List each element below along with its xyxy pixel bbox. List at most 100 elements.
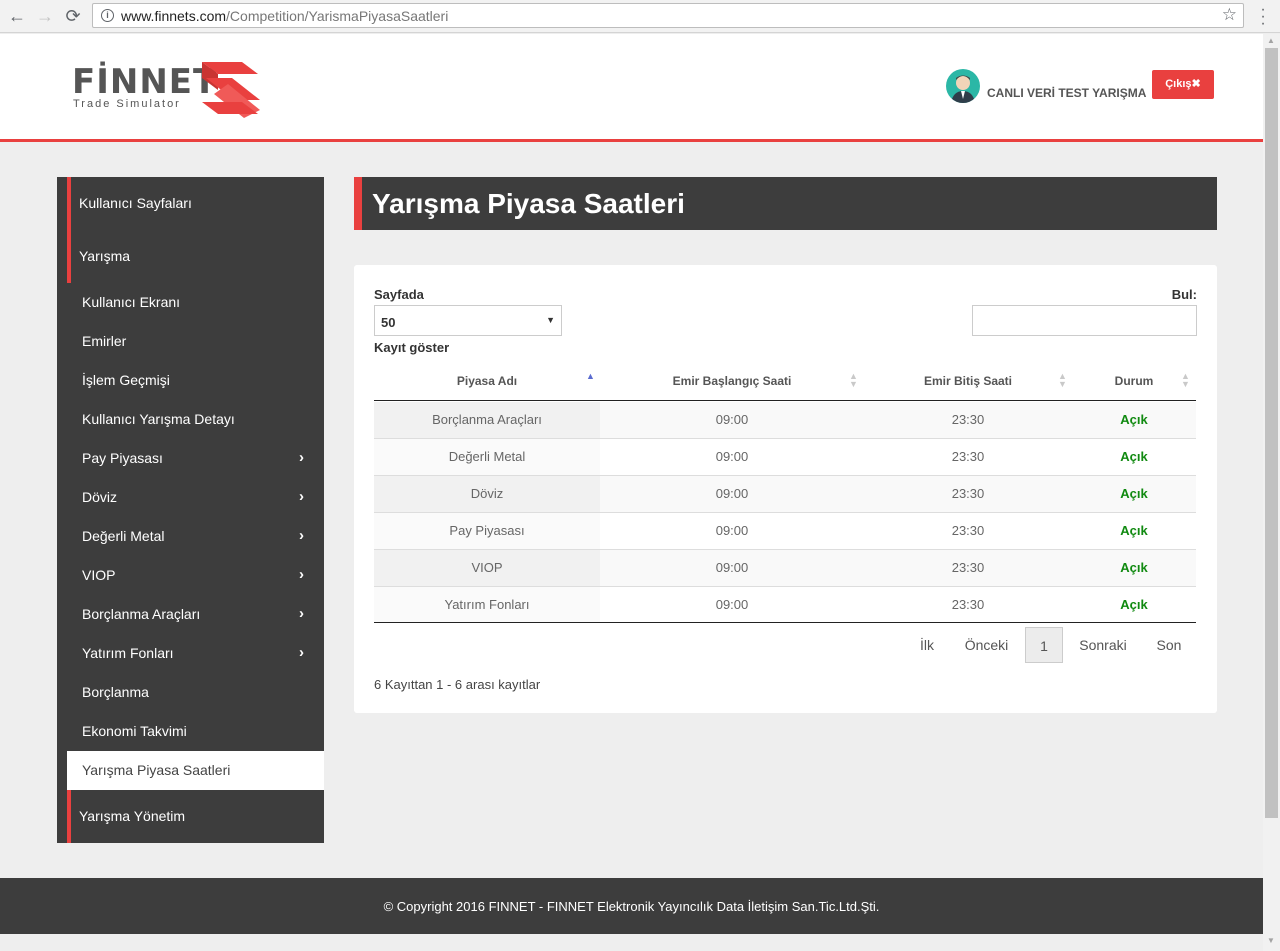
search-input[interactable] bbox=[972, 305, 1197, 336]
table-row: Pay Piyasası 09:00 23:30 Açık bbox=[374, 513, 1196, 550]
column-header-market-name[interactable]: Piyasa Adı bbox=[374, 374, 600, 388]
sidebar-item-forex[interactable]: Döviz › bbox=[67, 478, 324, 517]
sidebar-item-debt-instruments[interactable]: Borçlanma Araçları › bbox=[67, 595, 324, 634]
more-vert-icon[interactable]: · · · bbox=[1258, 2, 1268, 32]
table-header: Piyasa Adı ▲ Emir Başlangıç Saati ▲ ▼ Emi… bbox=[374, 365, 1196, 401]
sidebar-item-label: Borçlanma Araçları bbox=[82, 606, 201, 622]
caret-down-icon: ▼ bbox=[546, 315, 555, 325]
column-header-status[interactable]: Durum bbox=[1072, 374, 1196, 388]
chevron-right-icon: › bbox=[299, 644, 304, 661]
cell-order-start: 09:00 bbox=[715, 449, 749, 464]
cell-order-end: 23:30 bbox=[951, 560, 985, 575]
sidebar-section-label: Yarışma Yönetim bbox=[79, 808, 186, 824]
sidebar-item-competition-detail[interactable]: Kullanıcı Yarışma Detayı bbox=[67, 400, 324, 439]
cell-market-name: Pay Piyasası bbox=[374, 513, 600, 549]
sidebar-item-borrowing[interactable]: Borçlanma bbox=[67, 673, 324, 712]
info-icon[interactable]: i bbox=[101, 9, 114, 22]
reload-icon[interactable]: ⟳ bbox=[61, 4, 85, 28]
sidebar: Kullanıcı Sayfaları Yarışma Kullanıcı Ek… bbox=[57, 177, 324, 843]
sidebar-section-user-pages[interactable]: Kullanıcı Sayfaları bbox=[57, 177, 324, 230]
cell-order-start: 09:00 bbox=[715, 486, 749, 501]
cell-order-start: 09:00 bbox=[715, 523, 749, 538]
chevron-right-icon: › bbox=[299, 605, 304, 622]
back-arrow-icon[interactable]: ← bbox=[5, 4, 29, 28]
scroll-down-icon[interactable]: ▼ bbox=[1267, 936, 1275, 945]
sidebar-section-competition[interactable]: Yarışma bbox=[57, 230, 324, 283]
market-hours-card: Sayfada 50 ▼ Kayıt göster Bul: Piyasa Ad… bbox=[354, 265, 1217, 713]
sidebar-section-label: Kullanıcı Sayfaları bbox=[79, 195, 192, 211]
sort-icon[interactable]: ▲ ▼ bbox=[1181, 372, 1190, 389]
sort-icon[interactable]: ▲ ▼ bbox=[1058, 372, 1067, 389]
pager-prev-button[interactable]: Önceki bbox=[958, 627, 1015, 663]
page-size-label: Sayfada bbox=[374, 287, 424, 302]
url-text[interactable]: www.finnets.com/Competition/YarismaPiyas… bbox=[121, 8, 448, 24]
cell-order-start: 09:00 bbox=[715, 412, 749, 427]
cell-status: Açık bbox=[1120, 560, 1148, 575]
sidebar-item-user-screen[interactable]: Kullanıcı Ekranı bbox=[67, 283, 324, 322]
page-size-value: 50 bbox=[381, 315, 396, 330]
cell-market-name: Borçlanma Araçları bbox=[374, 402, 600, 438]
sidebar-item-label: Kullanıcı Yarışma Detayı bbox=[82, 411, 235, 427]
sidebar-item-label: Yatırım Fonları bbox=[82, 645, 174, 661]
logo-mark-icon bbox=[202, 62, 260, 118]
page-scrollbar[interactable]: ▲ ▼ bbox=[1263, 34, 1280, 951]
chevron-right-icon: › bbox=[299, 566, 304, 583]
sidebar-item-economic-calendar[interactable]: Ekonomi Takvimi bbox=[67, 712, 324, 751]
column-header-order-end[interactable]: Emir Bitiş Saati bbox=[864, 374, 1072, 388]
pager-next-button[interactable]: Sonraki bbox=[1073, 627, 1133, 663]
cell-status: Açık bbox=[1120, 523, 1148, 538]
cell-market-name: Değerli Metal bbox=[374, 439, 600, 475]
pager-first-button[interactable]: İlk bbox=[910, 627, 944, 663]
sidebar-item-label: Değerli Metal bbox=[82, 528, 165, 544]
sidebar-item-equity-market[interactable]: Pay Piyasası › bbox=[67, 439, 324, 478]
cell-order-end: 23:30 bbox=[951, 597, 985, 612]
table-bottom-border bbox=[374, 622, 1196, 623]
pager-current-page[interactable]: 1 bbox=[1025, 627, 1063, 663]
section-accent bbox=[67, 177, 71, 230]
sidebar-item-transaction-history[interactable]: İşlem Geçmişi bbox=[67, 361, 324, 400]
sort-icon[interactable]: ▲ ▼ bbox=[849, 372, 858, 389]
table-row: Borçlanma Araçları 09:00 23:30 Açık bbox=[374, 402, 1196, 439]
cell-order-end: 23:30 bbox=[951, 449, 985, 464]
sort-asc-icon[interactable]: ▲ bbox=[586, 372, 595, 381]
user-avatar[interactable] bbox=[946, 69, 980, 103]
column-header-order-start[interactable]: Emir Başlangıç Saati bbox=[600, 374, 864, 388]
cell-order-start: 09:00 bbox=[715, 560, 749, 575]
scroll-up-icon[interactable]: ▲ bbox=[1267, 36, 1275, 45]
sidebar-item-label: İşlem Geçmişi bbox=[82, 372, 170, 388]
header-divider bbox=[0, 139, 1263, 142]
cell-status: Açık bbox=[1120, 449, 1148, 464]
page-size-select[interactable]: 50 ▼ bbox=[374, 305, 562, 336]
avatar-icon bbox=[951, 75, 975, 103]
sidebar-item-label: Ekonomi Takvimi bbox=[82, 723, 187, 739]
sidebar-item-market-hours[interactable]: Yarışma Piyasa Saatleri bbox=[67, 751, 324, 790]
star-icon[interactable]: ☆ bbox=[1222, 5, 1237, 25]
cell-order-start: 09:00 bbox=[715, 597, 749, 612]
sidebar-item-investment-funds[interactable]: Yatırım Fonları › bbox=[67, 634, 324, 673]
sidebar-item-label: Döviz bbox=[82, 489, 118, 505]
sidebar-item-label: Pay Piyasası bbox=[82, 450, 163, 466]
pager-last-button[interactable]: Son bbox=[1151, 627, 1187, 663]
chevron-right-icon: › bbox=[299, 488, 304, 505]
sidebar-item-label: Yarışma Piyasa Saatleri bbox=[82, 762, 231, 778]
chevron-right-icon: › bbox=[299, 527, 304, 544]
sidebar-section-competition-management[interactable]: Yarışma Yönetim bbox=[57, 790, 324, 843]
sidebar-item-label: Borçlanma bbox=[82, 684, 149, 700]
table-row: Yatırım Fonları 09:00 23:30 Açık bbox=[374, 587, 1196, 624]
page-title: Yarışma Piyasa Saatleri bbox=[372, 188, 685, 219]
user-name[interactable]: CANLI VERİ TEST YARIŞMA bbox=[987, 86, 1146, 100]
url-path: /Competition/YarismaPiyasaSaatleri bbox=[226, 8, 449, 24]
cell-status: Açık bbox=[1120, 486, 1148, 501]
logo-text: FİNNET bbox=[72, 62, 218, 102]
address-bar[interactable]: i www.finnets.com/Competition/YarismaPiy… bbox=[92, 3, 1244, 28]
pagination: İlk Önceki 1 Sonraki Son bbox=[354, 627, 1217, 663]
finnet-logo[interactable]: FİNNET Trade Simulator bbox=[72, 56, 272, 122]
logout-button[interactable]: Çıkış✖ bbox=[1152, 70, 1214, 99]
sidebar-item-orders[interactable]: Emirler bbox=[67, 322, 324, 361]
forward-arrow-icon[interactable]: → bbox=[33, 4, 57, 28]
title-accent bbox=[354, 177, 362, 230]
sidebar-item-viop[interactable]: VIOP › bbox=[67, 556, 324, 595]
records-label: Kayıt göster bbox=[374, 340, 450, 355]
scroll-thumb[interactable] bbox=[1265, 48, 1278, 818]
sidebar-item-precious-metals[interactable]: Değerli Metal › bbox=[67, 517, 324, 556]
